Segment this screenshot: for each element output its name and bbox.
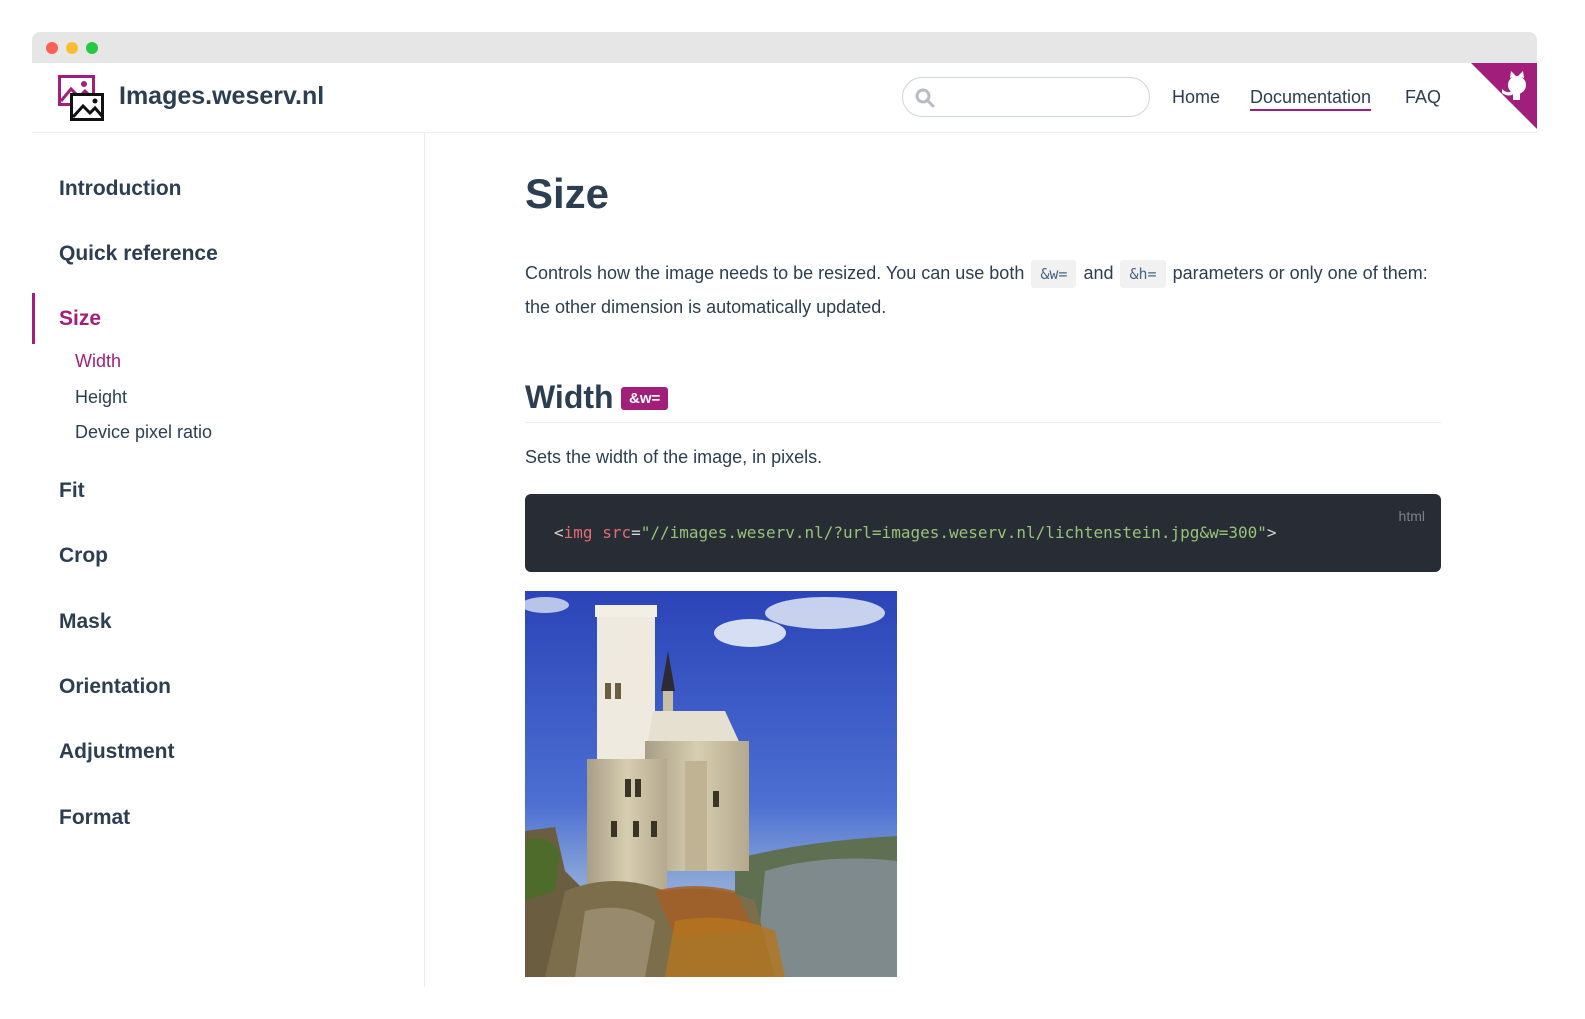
code-language-label: html — [1398, 508, 1425, 524]
sidebar-item-mask[interactable]: Mask — [59, 609, 112, 635]
sidebar-item-orientation[interactable]: Orientation — [59, 674, 171, 700]
site-title[interactable]: Images.weserv.nl — [119, 82, 324, 111]
intro-text-1: Controls how the image needs to be resiz… — [525, 263, 1030, 283]
search-box[interactable] — [902, 77, 1150, 117]
active-indicator — [32, 293, 35, 344]
top-navbar: Images.weserv.nl Home Documentation FAQ — [32, 63, 1537, 133]
sidebar-item-fit[interactable]: Fit — [59, 478, 85, 504]
sidebar-item-crop[interactable]: Crop — [59, 543, 108, 569]
close-window-button[interactable] — [46, 42, 58, 54]
sidebar-item-introduction[interactable]: Introduction — [59, 176, 181, 202]
castle-example-image — [525, 591, 897, 977]
code-attr: src — [602, 523, 632, 542]
code-open-bracket: < — [554, 523, 564, 542]
section-heading-width: Width &w= — [525, 378, 1441, 423]
code-close-bracket: > — [1266, 523, 1277, 542]
page-title: Size — [525, 170, 610, 217]
param-badge: &w= — [621, 387, 669, 410]
intro-paragraph: Controls how the image needs to be resiz… — [525, 257, 1441, 324]
sidebar-item-adjustment[interactable]: Adjustment — [59, 739, 175, 765]
section-title[interactable]: Width — [525, 378, 614, 416]
search-icon — [915, 88, 935, 108]
sidebar-subitem-width[interactable]: Width — [75, 350, 121, 372]
images-logo-icon[interactable] — [58, 75, 104, 121]
sidebar-subitem-height[interactable]: Height — [75, 386, 127, 408]
sidebar-item-format[interactable]: Format — [59, 805, 130, 831]
code-tag: img — [563, 523, 593, 542]
section-description: Sets the width of the image, in pixels. — [525, 447, 823, 467]
browser-window: Images.weserv.nl Home Documentation FAQ … — [32, 32, 1537, 987]
sidebar: Introduction Quick reference Size Width … — [32, 133, 425, 987]
nav-link-faq[interactable]: FAQ — [1405, 86, 1441, 108]
code-value: "//images.weserv.nl/?url=images.weserv.n… — [640, 523, 1267, 542]
search-input[interactable] — [943, 86, 1142, 110]
inline-code-w: &w= — [1031, 260, 1077, 288]
sidebar-subitem-device-pixel-ratio[interactable]: Device pixel ratio — [75, 421, 212, 443]
minimize-window-button[interactable] — [66, 42, 78, 54]
sidebar-item-quick-reference[interactable]: Quick reference — [59, 241, 218, 267]
nav-link-home[interactable]: Home — [1172, 86, 1220, 108]
inline-code-h: &h= — [1120, 260, 1166, 288]
code-block[interactable]: html <img src="//images.weserv.nl/?url=i… — [525, 494, 1441, 572]
intro-text-2: and — [1078, 263, 1119, 283]
sidebar-item-size[interactable]: Size — [59, 306, 101, 332]
code-equals: = — [631, 523, 641, 542]
nav-link-documentation[interactable]: Documentation — [1250, 86, 1372, 111]
github-octocat-icon[interactable] — [1471, 63, 1537, 129]
window-titlebar — [32, 32, 1537, 63]
maximize-window-button[interactable] — [86, 42, 98, 54]
code-line[interactable]: <img src="//images.weserv.nl/?url=images… — [554, 523, 1277, 543]
